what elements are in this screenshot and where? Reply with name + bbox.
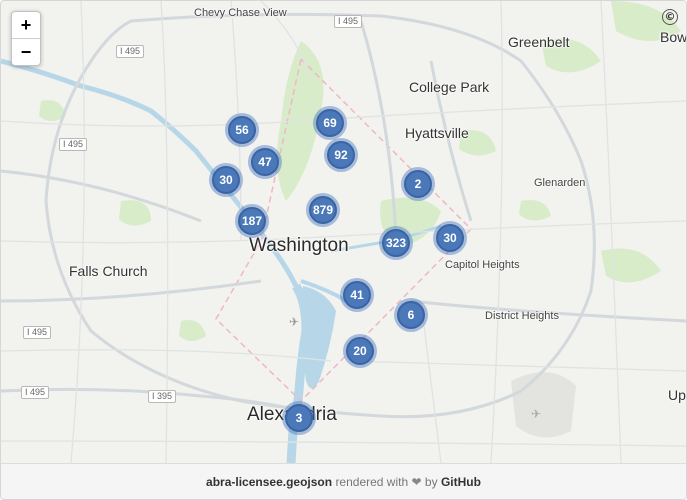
cluster-count: 879	[309, 196, 337, 224]
map-canvas[interactable]: Chevy Chase View Greenbelt College Park …	[1, 1, 686, 463]
place-glenarden: Glenarden	[534, 177, 586, 189]
marker-cluster[interactable]: 3	[282, 401, 316, 435]
marker-cluster[interactable]: 30	[209, 163, 243, 197]
marker-cluster[interactable]: 323	[379, 226, 413, 260]
attribution-icon[interactable]: ©	[662, 9, 678, 25]
marker-cluster[interactable]: 41	[340, 278, 374, 312]
map-frame: Chevy Chase View Greenbelt College Park …	[0, 0, 687, 500]
cluster-count: 20	[346, 337, 374, 365]
airplane-icon: ✈	[289, 315, 300, 329]
cluster-count: 69	[316, 109, 344, 137]
basemap	[1, 1, 686, 463]
place-capitol-heights: Capitol Heights	[445, 259, 520, 271]
cluster-count: 323	[382, 229, 410, 257]
cluster-count: 187	[238, 207, 266, 235]
marker-cluster[interactable]: 20	[343, 334, 377, 368]
cluster-count: 30	[212, 166, 240, 194]
marker-cluster[interactable]: 6	[394, 298, 428, 332]
marker-cluster[interactable]: 69	[313, 106, 347, 140]
minor-roads	[1, 1, 686, 463]
cluster-count: 41	[343, 281, 371, 309]
place-bow: Bow	[660, 29, 686, 45]
cluster-count: 47	[251, 148, 279, 176]
marker-cluster[interactable]: 30	[433, 221, 467, 255]
place-college-park: College Park	[409, 79, 490, 95]
marker-cluster[interactable]: 879	[306, 193, 340, 227]
cluster-count: 3	[285, 404, 313, 432]
geojson-filename[interactable]: abra-licensee.geojson	[206, 475, 332, 489]
cluster-count: 30	[436, 224, 464, 252]
github-link[interactable]: GitHub	[441, 475, 481, 489]
cluster-count: 2	[404, 170, 432, 198]
highway-shield: I 395	[148, 390, 177, 403]
place-district-heights: District Heights	[485, 310, 559, 322]
highway-shield: I 495	[23, 326, 52, 339]
render-footer: abra-licensee.geojson rendered with ❤ by…	[1, 463, 686, 499]
cluster-count: 92	[327, 141, 355, 169]
place-hyattsville: Hyattsville	[405, 125, 469, 141]
highway-shield: I 495	[59, 138, 88, 151]
highway-shield: I 495	[116, 45, 145, 58]
cluster-count: 56	[228, 116, 256, 144]
place-greenbelt: Greenbelt	[508, 34, 570, 50]
rendered-with-text: rendered with	[335, 475, 409, 489]
zoom-control: + −	[11, 11, 41, 66]
marker-cluster[interactable]: 92	[324, 138, 358, 172]
highway-shield: I 495	[21, 386, 50, 399]
cluster-count: 6	[397, 301, 425, 329]
marker-cluster[interactable]: 47	[248, 145, 282, 179]
zoom-in-button[interactable]: +	[12, 12, 40, 38]
heart-icon: ❤	[411, 475, 422, 489]
by-text: by	[424, 475, 438, 489]
highway-shield: I 495	[334, 15, 363, 28]
place-up: Up	[668, 387, 686, 403]
place-falls-church: Falls Church	[69, 263, 148, 279]
place-washington: Washington	[249, 235, 349, 256]
potomac-wide	[302, 286, 336, 389]
airplane-icon: ✈	[531, 407, 542, 421]
marker-cluster[interactable]: 187	[235, 204, 269, 238]
place-chevy-chase-view: Chevy Chase View	[194, 7, 287, 19]
airport-area	[511, 372, 576, 438]
zoom-out-button[interactable]: −	[12, 38, 40, 65]
marker-cluster[interactable]: 2	[401, 167, 435, 201]
rivers	[1, 58, 442, 463]
marker-cluster[interactable]: 56	[225, 113, 259, 147]
